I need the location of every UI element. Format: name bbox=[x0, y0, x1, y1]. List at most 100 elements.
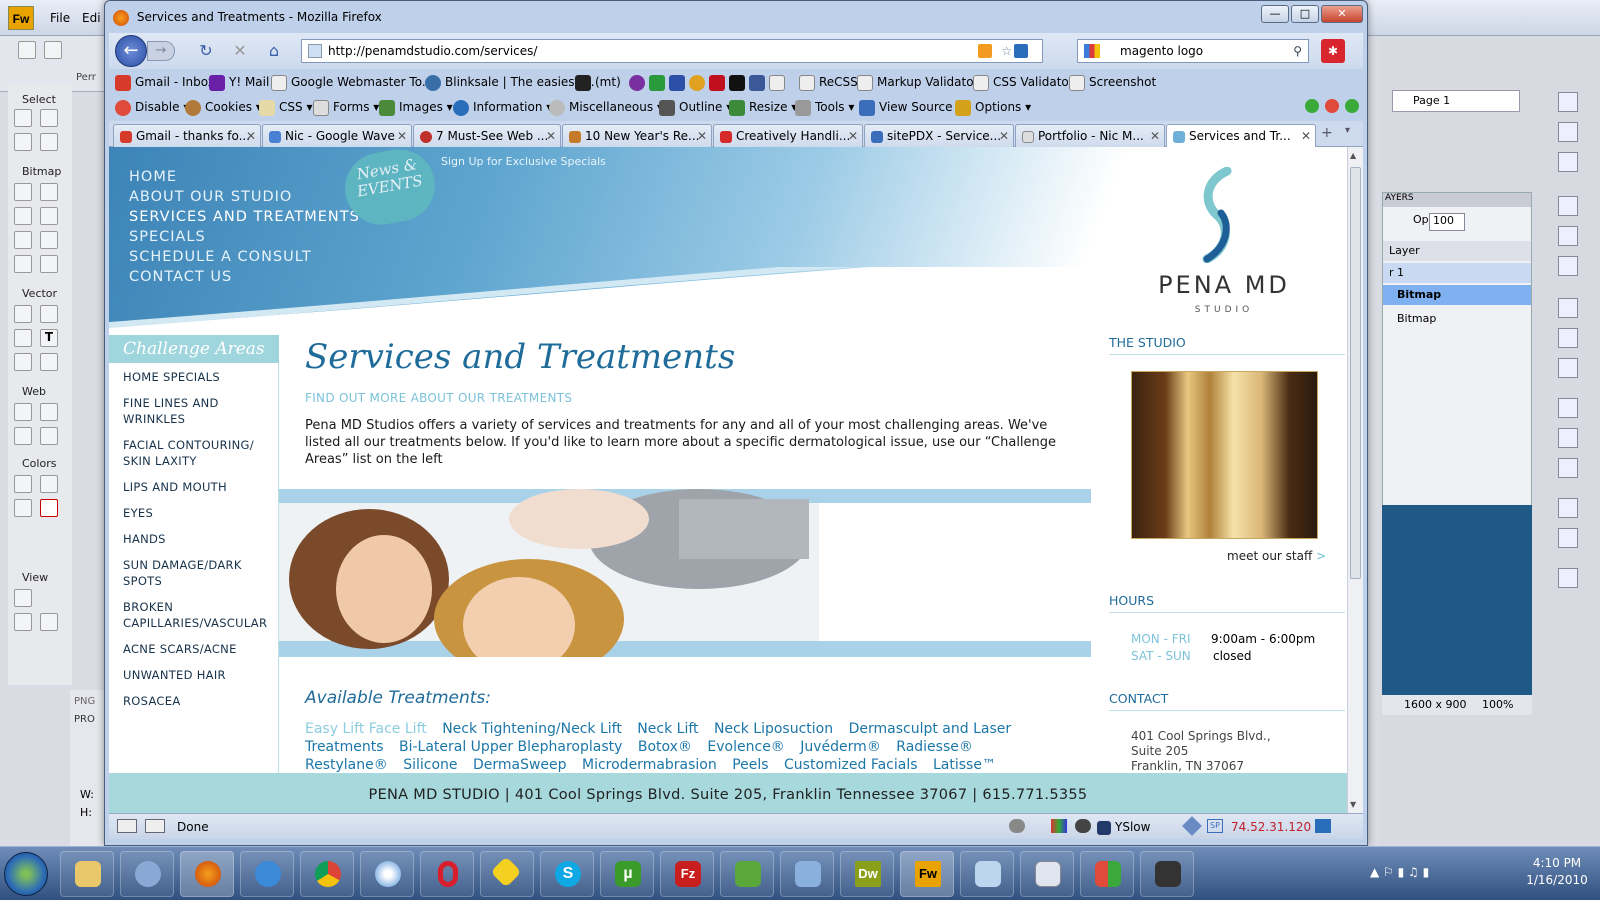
lasso-tool-icon[interactable] bbox=[40, 183, 58, 201]
search-bar[interactable]: magento logo ⚲ bbox=[1077, 39, 1309, 63]
signup-link[interactable]: Sign Up for Exclusive Specials bbox=[441, 155, 606, 168]
panel-icon[interactable] bbox=[1558, 298, 1578, 318]
taskbar-notepad[interactable] bbox=[780, 851, 834, 897]
sidebar-item[interactable]: FINE LINES AND WRINKLES bbox=[123, 395, 273, 427]
panel-icon[interactable] bbox=[1558, 528, 1578, 548]
webdev-images[interactable]: Images ▾ bbox=[379, 95, 453, 119]
taskbar-utorrent[interactable]: µ bbox=[600, 851, 654, 897]
nav-home[interactable]: HOME bbox=[129, 169, 177, 185]
status-icon[interactable] bbox=[117, 819, 137, 833]
webdev-information[interactable]: Information ▾ bbox=[453, 95, 552, 119]
eyedropper-tool-icon[interactable] bbox=[14, 475, 32, 493]
sidebar-item[interactable]: HANDS bbox=[123, 531, 273, 547]
bookmark-recss[interactable]: ReCSS bbox=[799, 71, 858, 93]
treatment-link[interactable]: Easy Lift Face Lift bbox=[305, 721, 427, 737]
nav-specials[interactable]: SPECIALS bbox=[129, 229, 206, 245]
taskbar-safari[interactable] bbox=[360, 851, 414, 897]
tab-portfolio[interactable]: Portfolio - Nic M... ✕ bbox=[1015, 124, 1165, 147]
sidebar-item[interactable]: EYES bbox=[123, 505, 273, 521]
layer-bitmap-selected[interactable]: Bitmap bbox=[1383, 285, 1531, 305]
tab-services-active[interactable]: Services and Tr... ✕ bbox=[1166, 124, 1316, 148]
rss-icon[interactable] bbox=[978, 44, 992, 58]
clock[interactable]: 4:10 PM 1/16/2010 bbox=[1520, 855, 1594, 889]
close-tab-icon[interactable]: ✕ bbox=[546, 125, 556, 147]
panel-icon[interactable] bbox=[1558, 428, 1578, 448]
bookmark-ymail[interactable]: Y! Mail bbox=[209, 71, 269, 93]
menu-file[interactable]: File bbox=[50, 11, 70, 25]
zoom-tool-icon[interactable] bbox=[40, 613, 58, 631]
bookmark-css-validator[interactable]: CSS Validator bbox=[973, 71, 1074, 93]
treatment-link[interactable]: Radiesse® bbox=[896, 739, 973, 755]
treatment-link[interactable]: Neck Lift bbox=[637, 721, 698, 737]
firebug-icon[interactable] bbox=[1075, 819, 1091, 833]
treatment-link[interactable]: Microdermabrasion bbox=[582, 757, 717, 773]
webdev-resize[interactable]: Resize ▾ bbox=[729, 95, 797, 119]
close-button[interactable]: ✕ bbox=[1321, 5, 1363, 23]
taskbar-camera[interactable] bbox=[1140, 851, 1194, 897]
system-tray[interactable]: ▲ ⚐ ▮ ♫ ▮ bbox=[1370, 865, 1510, 881]
page-select[interactable]: Page 1 bbox=[1392, 90, 1520, 112]
validation-error-icon[interactable] bbox=[1325, 99, 1339, 113]
treatment-link[interactable]: DermaSweep bbox=[473, 757, 567, 773]
home-icon[interactable]: ⌂ bbox=[263, 41, 285, 61]
addon-status-icon[interactable] bbox=[1009, 819, 1025, 833]
panel-icon[interactable] bbox=[1558, 152, 1578, 172]
close-tab-icon[interactable]: ✕ bbox=[848, 125, 858, 147]
layer-bitmap[interactable]: Bitmap bbox=[1383, 309, 1531, 329]
tab-new-years[interactable]: 10 New Year's Re... ✕ bbox=[562, 124, 712, 147]
taskbar-filezilla[interactable]: Fz bbox=[660, 851, 714, 897]
treatment-link[interactable]: Customized Facials bbox=[784, 757, 918, 773]
minimize-button[interactable]: — bbox=[1261, 5, 1289, 23]
pointer-tool-icon[interactable] bbox=[14, 109, 32, 127]
status-icon[interactable] bbox=[145, 819, 165, 833]
webdev-css[interactable]: CSS ▾ bbox=[259, 95, 312, 119]
addon-status-icon[interactable] bbox=[1315, 819, 1331, 833]
sidebar-item[interactable]: FACIAL CONTOURING/ SKIN LAXITY bbox=[123, 437, 273, 469]
pencil-tool-icon[interactable] bbox=[14, 231, 32, 249]
paint-bucket-icon[interactable] bbox=[40, 475, 58, 493]
sidebar-item[interactable]: HOME SPECIALS bbox=[123, 369, 273, 385]
treatment-link[interactable]: Neck Tightening/Neck Lift bbox=[442, 721, 622, 737]
panel-icon[interactable] bbox=[1558, 458, 1578, 478]
panel-icon[interactable] bbox=[1558, 328, 1578, 348]
webdev-forms[interactable]: Forms ▾ bbox=[313, 95, 379, 119]
sidebar-item[interactable]: SUN DAMAGE/DARK SPOTS bbox=[123, 557, 273, 589]
treatment-link[interactable]: Neck Liposuction bbox=[714, 721, 833, 737]
scroll-down-icon[interactable]: ▼ bbox=[1350, 800, 1356, 809]
sidebar-item[interactable]: BROKEN CAPILLARIES/VASCULAR bbox=[123, 599, 273, 631]
maximize-button[interactable]: □ bbox=[1291, 5, 1319, 23]
tab-sitepdx[interactable]: sitePDX - Service... ✕ bbox=[864, 124, 1014, 147]
meet-staff-link[interactable]: meet our staff > bbox=[1227, 549, 1326, 563]
new-file-icon[interactable] bbox=[18, 41, 36, 59]
bookmark-blinksale[interactable]: Blinksale | The easiest ... bbox=[425, 71, 595, 93]
panel-icon[interactable] bbox=[1558, 568, 1578, 588]
text-tool-icon[interactable]: T bbox=[40, 329, 58, 347]
nav-contact[interactable]: CONTACT US bbox=[129, 269, 232, 285]
addon-icon[interactable]: ✱ bbox=[1321, 39, 1345, 63]
tab-gmail[interactable]: Gmail - thanks fo... ✕ bbox=[113, 124, 261, 147]
taskbar-evernote[interactable] bbox=[720, 851, 774, 897]
sidebar-item[interactable]: LIPS AND MOUTH bbox=[123, 479, 273, 495]
taskbar-window[interactable] bbox=[960, 851, 1014, 897]
knife-tool-icon[interactable] bbox=[40, 353, 58, 371]
screen-mode-icon[interactable] bbox=[14, 589, 32, 607]
stop-icon[interactable]: ✕ bbox=[229, 41, 251, 61]
webdev-view-source[interactable]: View Source ▾ bbox=[859, 95, 962, 119]
hotspot-tool-icon[interactable] bbox=[14, 403, 32, 421]
hand-tool-icon[interactable] bbox=[14, 613, 32, 631]
eraser-tool-icon[interactable] bbox=[40, 231, 58, 249]
tab-must-see-web[interactable]: 7 Must-See Web ... ✕ bbox=[413, 124, 561, 147]
panel-icon[interactable] bbox=[1558, 256, 1578, 276]
opacity-input[interactable]: 100 bbox=[1429, 213, 1465, 231]
close-tab-icon[interactable]: ✕ bbox=[397, 125, 407, 147]
taskbar-games[interactable] bbox=[1080, 851, 1134, 897]
zoom-level[interactable]: 100% bbox=[1482, 698, 1513, 711]
bookmark-mt[interactable]: (mt) bbox=[575, 71, 621, 93]
close-tab-icon[interactable]: ✕ bbox=[1150, 125, 1160, 147]
reload-icon[interactable]: ↻ bbox=[195, 41, 217, 61]
start-button[interactable] bbox=[4, 852, 48, 896]
menu-edit[interactable]: Edi bbox=[82, 11, 101, 25]
treatment-link[interactable]: Peels bbox=[732, 757, 768, 773]
treatment-link[interactable]: Evolence® bbox=[707, 739, 784, 755]
layer-header[interactable]: Layer bbox=[1383, 241, 1531, 261]
